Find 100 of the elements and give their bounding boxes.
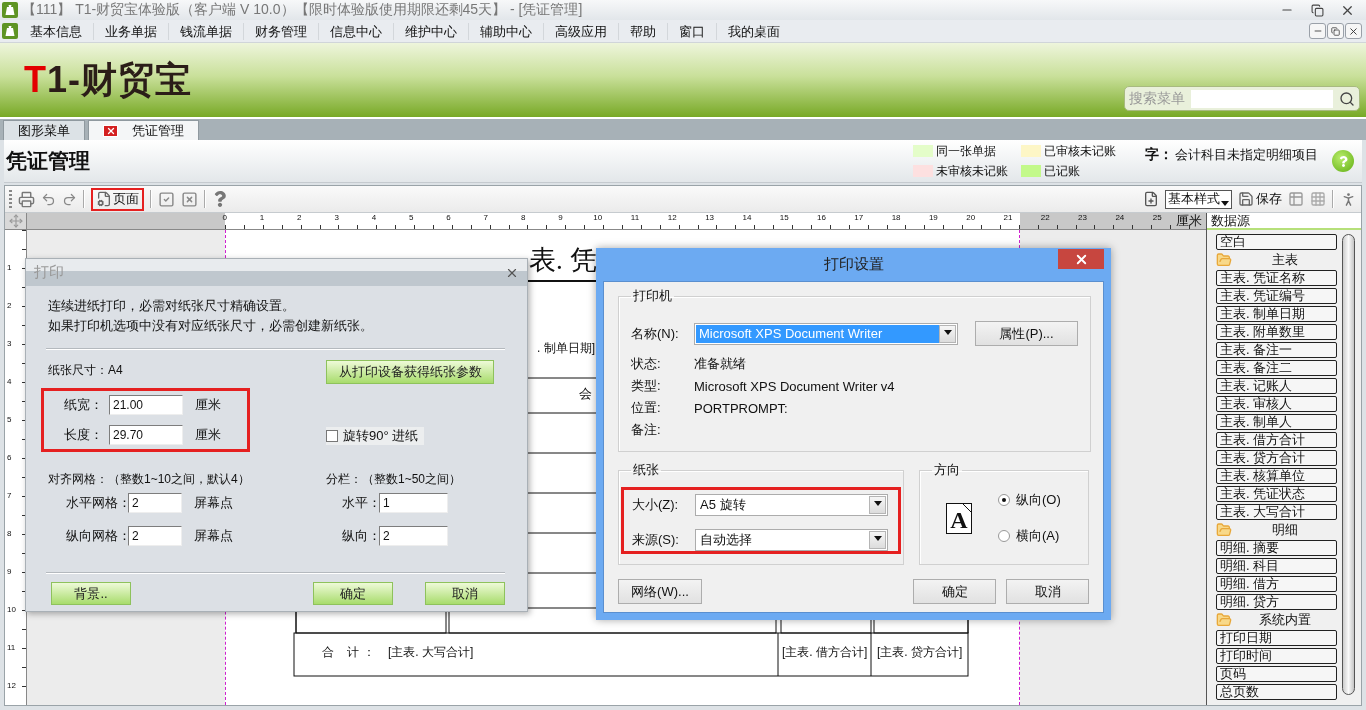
menu-item[interactable]: 窗口	[667, 22, 716, 40]
data-field[interactable]: 主表. 借方合计	[1216, 432, 1337, 448]
data-field[interactable]: 明细. 借方	[1216, 576, 1337, 592]
ruler-mark: 5	[408, 213, 415, 223]
total-field: [主表. 借方合计]	[782, 646, 868, 660]
data-field[interactable]: 主表. 审核人	[1216, 396, 1337, 412]
data-field[interactable]: 明细. 科目	[1216, 558, 1337, 574]
data-field[interactable]: 空白	[1216, 234, 1337, 250]
unit-label: 厘米	[195, 426, 221, 444]
data-field[interactable]: 主表. 凭证状态	[1216, 486, 1337, 502]
data-field[interactable]: 总页数	[1216, 684, 1337, 700]
ruler-mark: 25	[1151, 213, 1163, 223]
menu-item[interactable]: 信息中心	[318, 22, 393, 40]
page-button[interactable]: 页面	[91, 187, 144, 211]
folder-label[interactable]: 主表	[1232, 251, 1337, 269]
tab[interactable]: 图形菜单	[3, 120, 85, 140]
question-icon[interactable]	[212, 191, 228, 207]
menu-item[interactable]: 高级应用	[543, 22, 618, 40]
printer-icon[interactable]	[18, 190, 35, 208]
ruler-mark: 8	[6, 529, 12, 540]
ruler-mark: 20	[965, 213, 977, 223]
folder-label[interactable]: 系统内置	[1232, 611, 1337, 629]
undo-icon[interactable]	[41, 191, 56, 207]
menu-item[interactable]: 钱流单据	[168, 22, 243, 40]
table-icon[interactable]	[1288, 191, 1304, 207]
menu-item[interactable]: 维护中心	[393, 22, 468, 40]
radio-option[interactable]: 纵向(O)	[998, 491, 1061, 509]
dialog-button[interactable]: 取消	[1006, 579, 1089, 604]
close-button[interactable]	[1345, 23, 1362, 39]
input-field[interactable]: 2	[128, 493, 182, 513]
search-input[interactable]	[1191, 89, 1333, 108]
folder-icon	[1216, 612, 1232, 628]
dialog-button[interactable]: 背景..	[51, 582, 131, 605]
minimize-button[interactable]	[1309, 23, 1326, 39]
data-field[interactable]: 打印日期	[1216, 630, 1337, 646]
ruler-mark: 0	[221, 213, 228, 223]
menu-item[interactable]: 基本信息	[18, 22, 93, 40]
scrollbar[interactable]	[1342, 234, 1355, 695]
help-icon[interactable]	[1332, 150, 1354, 172]
dropdown[interactable]: A5 旋转	[695, 493, 888, 516]
app-icon	[2, 23, 18, 39]
input-field[interactable]: 29.70	[109, 425, 183, 445]
data-field[interactable]: 主表. 凭证编号	[1216, 288, 1337, 304]
data-field[interactable]: 页码	[1216, 666, 1337, 682]
cross-box-icon[interactable]	[181, 190, 198, 208]
input-field[interactable]: 21.00	[109, 395, 183, 415]
file-plus-icon[interactable]	[1143, 191, 1159, 207]
redo-icon[interactable]	[62, 191, 77, 207]
toolbar-grip[interactable]	[9, 190, 12, 208]
dialog-button[interactable]: 取消	[425, 582, 505, 605]
checkbox[interactable]	[326, 430, 338, 442]
dialog-button[interactable]: 网络(W)...	[618, 579, 702, 604]
input-field[interactable]: 2	[128, 526, 182, 546]
data-field[interactable]: 主表. 大写合计	[1216, 504, 1337, 520]
close-button[interactable]	[1058, 249, 1104, 269]
dialog-button[interactable]: 确定	[913, 579, 996, 604]
menu-item[interactable]: 财务管理	[243, 22, 318, 40]
data-field[interactable]: 主表. 备注一	[1216, 342, 1337, 358]
ruler-mark: 21	[1002, 213, 1014, 223]
data-field[interactable]: 明细. 贷方	[1216, 594, 1337, 610]
close-tab-icon[interactable]	[103, 124, 118, 137]
menu-item[interactable]: 辅助中心	[468, 22, 543, 40]
ruler-mark: 12	[666, 213, 678, 223]
menu-item[interactable]: 我的桌面	[716, 22, 791, 40]
radio-option[interactable]: 横向(A)	[998, 527, 1061, 545]
data-field[interactable]: 打印时间	[1216, 648, 1337, 664]
tab[interactable]: 凭证管理	[88, 120, 199, 140]
column-header: 会	[579, 387, 592, 402]
ruler-mark: 1	[258, 213, 266, 223]
checkbox-label: 旋转90° 进纸	[343, 427, 419, 445]
save-button[interactable]: 保存	[1238, 190, 1282, 208]
dropdown[interactable]: 自动选择	[695, 528, 888, 551]
data-field[interactable]: 主表. 制单日期	[1216, 306, 1337, 322]
dialog-title: 打印设置	[822, 254, 885, 274]
menu-item[interactable]: 业务单据	[93, 22, 168, 40]
data-field[interactable]: 主表. 记账人	[1216, 378, 1337, 394]
dialog-button[interactable]: 确定	[313, 582, 393, 605]
data-field[interactable]: 主表. 核算单位	[1216, 468, 1337, 484]
input-field[interactable]: 2	[379, 526, 448, 546]
folder-label[interactable]: 明细	[1232, 521, 1337, 539]
menu-item[interactable]: 帮助	[618, 22, 667, 40]
style-select[interactable]: 基本样式	[1165, 189, 1232, 209]
input-field[interactable]: 1	[379, 493, 448, 513]
total-label: 合 计 ：	[322, 646, 375, 660]
search-icon[interactable]	[1339, 90, 1355, 107]
data-field[interactable]: 主表. 备注二	[1216, 360, 1337, 376]
ruler-mark: 11	[629, 213, 641, 223]
data-field[interactable]: 主表. 制单人	[1216, 414, 1337, 430]
dialog-note: 如果打印机选项中没有对应纸张尺寸，必需创建新纸张。	[48, 317, 374, 335]
data-field[interactable]: 主表. 贷方合计	[1216, 450, 1337, 466]
dialog-note: 连续进纸打印，必需对纸张尺寸精确设置。	[48, 297, 296, 315]
data-field[interactable]: 主表. 凭证名称	[1216, 270, 1337, 286]
restore-icon[interactable]	[1310, 3, 1324, 17]
ruler-mark: 3	[6, 339, 12, 350]
checkbox-icon[interactable]	[158, 190, 175, 208]
data-field[interactable]: 主表. 附单数里	[1216, 324, 1337, 340]
fetch-paper-button[interactable]: 从打印设备获得纸张参数	[326, 360, 494, 384]
data-field[interactable]: 明细. 摘要	[1216, 540, 1337, 556]
properties-button[interactable]: 属性(P)...	[975, 321, 1078, 346]
panel-title: 数据源	[1207, 213, 1361, 230]
